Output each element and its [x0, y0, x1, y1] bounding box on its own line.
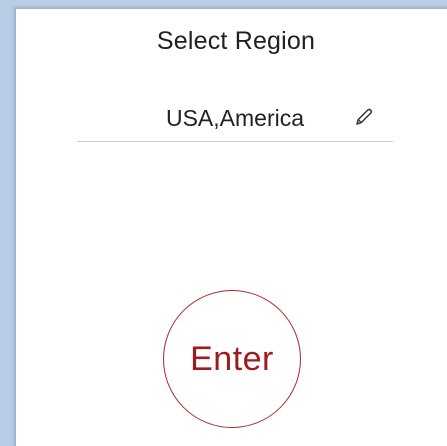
- enter-button[interactable]: Enter: [163, 290, 301, 428]
- enter-button-label: Enter: [190, 339, 274, 378]
- region-field[interactable]: USA,America: [77, 97, 393, 142]
- region-value: USA,America: [165, 105, 305, 131]
- region-dialog: Select Region USA,America Enter: [15, 8, 447, 446]
- app-screen: Select Region USA,America Enter: [0, 0, 447, 446]
- page-title: Select Region: [156, 27, 316, 55]
- pencil-icon[interactable]: [353, 106, 375, 128]
